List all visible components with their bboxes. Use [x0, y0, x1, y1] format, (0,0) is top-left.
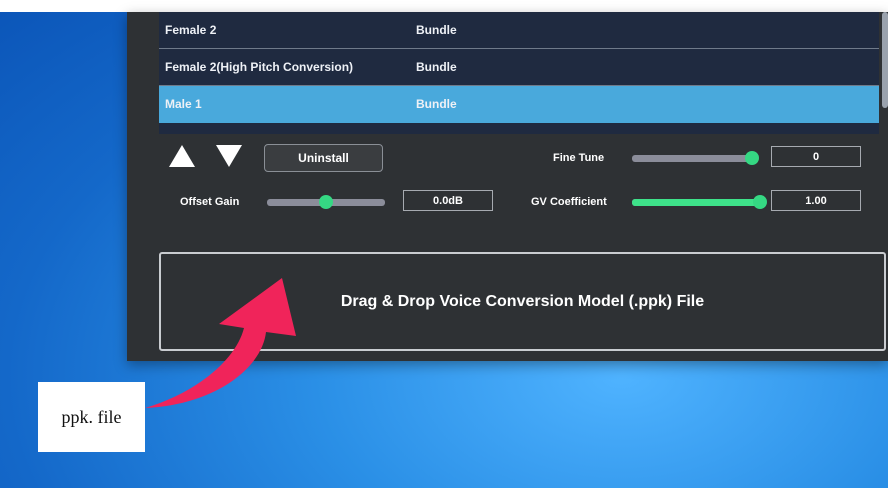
pink-arrow-icon	[145, 278, 296, 408]
bottom-border	[0, 488, 888, 502]
ppk-file-label: ppk. file	[61, 406, 122, 427]
ppk-file-annotation: ppk. file	[38, 382, 145, 452]
